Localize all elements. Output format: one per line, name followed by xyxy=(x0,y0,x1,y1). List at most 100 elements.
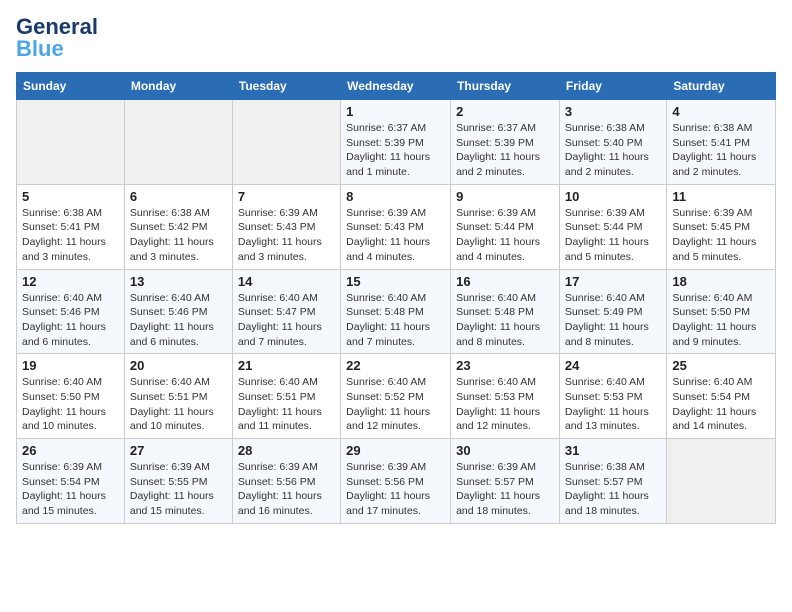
day-number: 20 xyxy=(130,358,227,373)
sunset-text: Sunset: 5:56 PM xyxy=(238,475,335,490)
daylight-text: Daylight: 11 hours and 12 minutes. xyxy=(456,405,554,434)
day-info: Sunrise: 6:38 AMSunset: 5:57 PMDaylight:… xyxy=(565,460,661,519)
day-info: Sunrise: 6:40 AMSunset: 5:48 PMDaylight:… xyxy=(456,291,554,350)
sunset-text: Sunset: 5:39 PM xyxy=(346,136,445,151)
daylight-text: Daylight: 11 hours and 15 minutes. xyxy=(130,489,227,518)
sunrise-text: Sunrise: 6:40 AM xyxy=(346,375,445,390)
daylight-text: Daylight: 11 hours and 12 minutes. xyxy=(346,405,445,434)
calendar-cell: 2 Sunrise: 6:37 AMSunset: 5:39 PMDaylight… xyxy=(451,100,560,185)
calendar-cell: 24Sunrise: 6:40 AMSunset: 5:53 PMDayligh… xyxy=(559,354,666,439)
sunset-text: Sunset: 5:47 PM xyxy=(238,305,335,320)
calendar-cell: 5Sunrise: 6:38 AMSunset: 5:41 PMDaylight… xyxy=(17,184,125,269)
sunrise-text: Sunrise: 6:39 AM xyxy=(22,460,119,475)
day-number: 13 xyxy=(130,274,227,289)
sunrise-text: Sunrise: 6:40 AM xyxy=(346,291,445,306)
calendar-cell: 19Sunrise: 6:40 AMSunset: 5:50 PMDayligh… xyxy=(17,354,125,439)
sunrise-text: Sunrise: 6:40 AM xyxy=(672,375,770,390)
sunset-text: Sunset: 5:49 PM xyxy=(565,305,661,320)
daylight-text: Daylight: 11 hours and 3 minutes. xyxy=(130,235,227,264)
day-number: 15 xyxy=(346,274,445,289)
sunset-text: Sunset: 5:54 PM xyxy=(22,475,119,490)
sunset-text: Sunset: 5:41 PM xyxy=(22,220,119,235)
calendar-week-row: 1Sunrise: 6:37 AMSunset: 5:39 PMDaylight… xyxy=(17,100,776,185)
daylight-text: Daylight: 11 hours and 16 minutes. xyxy=(238,489,335,518)
calendar-cell: 20Sunrise: 6:40 AMSunset: 5:51 PMDayligh… xyxy=(124,354,232,439)
weekday-header-friday: Friday xyxy=(559,73,666,100)
calendar-cell: 15 Sunrise: 6:40 AMSunset: 5:48 PMDayligh… xyxy=(341,269,451,354)
day-info: Sunrise: 6:39 AMSunset: 5:43 PMDaylight:… xyxy=(238,206,335,265)
calendar-cell: 26Sunrise: 6:39 AMSunset: 5:54 PMDayligh… xyxy=(17,439,125,524)
daylight-text: Daylight: 11 hours and 3 minutes. xyxy=(22,235,119,264)
calendar-cell xyxy=(667,439,776,524)
sunrise-text: Sunrise: 6:40 AM xyxy=(456,291,554,306)
day-number: 27 xyxy=(130,443,227,458)
sunset-text: Sunset: 5:48 PM xyxy=(346,305,445,320)
sunrise-text: Sunrise: 6:39 AM xyxy=(672,206,770,221)
day-number: 17 xyxy=(565,274,661,289)
sunset-text: Sunset: 5:57 PM xyxy=(565,475,661,490)
sunrise-text: Sunrise: 6:39 AM xyxy=(238,460,335,475)
calendar-table: SundayMondayTuesdayWednesdayThursdayFrid… xyxy=(16,72,776,524)
day-number: 25 xyxy=(672,358,770,373)
calendar-cell: 9Sunrise: 6:39 AMSunset: 5:44 PMDaylight… xyxy=(451,184,560,269)
calendar-week-row: 19Sunrise: 6:40 AMSunset: 5:50 PMDayligh… xyxy=(17,354,776,439)
daylight-text: Daylight: 11 hours and 18 minutes. xyxy=(456,489,554,518)
daylight-text: Daylight: 11 hours and 8 minutes. xyxy=(456,320,554,349)
day-info: Sunrise: 6:40 AMSunset: 5:50 PMDaylight:… xyxy=(672,291,770,350)
sunset-text: Sunset: 5:50 PM xyxy=(22,390,119,405)
weekday-header-saturday: Saturday xyxy=(667,73,776,100)
sunset-text: Sunset: 5:45 PM xyxy=(672,220,770,235)
day-number: 4 xyxy=(672,104,770,119)
day-info: Sunrise: 6:38 AMSunset: 5:41 PMDaylight:… xyxy=(22,206,119,265)
logo: GeneralBlue xyxy=(16,16,98,60)
calendar-cell: 1Sunrise: 6:37 AMSunset: 5:39 PMDaylight… xyxy=(341,100,451,185)
day-info: Sunrise: 6:37 AMSunset: 5:39 PMDaylight:… xyxy=(456,121,554,180)
daylight-text: Daylight: 11 hours and 10 minutes. xyxy=(22,405,119,434)
sunrise-text: Sunrise: 6:40 AM xyxy=(565,375,661,390)
day-info: Sunrise: 6:39 AMSunset: 5:56 PMDaylight:… xyxy=(238,460,335,519)
day-number: 22 xyxy=(346,358,445,373)
day-number: 12 xyxy=(22,274,119,289)
day-info: Sunrise: 6:40 AMSunset: 5:48 PMDaylight:… xyxy=(346,291,445,350)
weekday-header-wednesday: Wednesday xyxy=(341,73,451,100)
sunset-text: Sunset: 5:50 PM xyxy=(672,305,770,320)
calendar-cell: 25Sunrise: 6:40 AMSunset: 5:54 PMDayligh… xyxy=(667,354,776,439)
day-info: Sunrise: 6:39 AMSunset: 5:56 PMDaylight:… xyxy=(346,460,445,519)
sunset-text: Sunset: 5:43 PM xyxy=(346,220,445,235)
sunrise-text: Sunrise: 6:40 AM xyxy=(456,375,554,390)
calendar-cell: 4Sunrise: 6:38 AMSunset: 5:41 PMDaylight… xyxy=(667,100,776,185)
daylight-text: Daylight: 11 hours and 6 minutes. xyxy=(22,320,119,349)
sunrise-text: Sunrise: 6:40 AM xyxy=(22,291,119,306)
day-number: 7 xyxy=(238,189,335,204)
calendar-week-row: 26Sunrise: 6:39 AMSunset: 5:54 PMDayligh… xyxy=(17,439,776,524)
daylight-text: Daylight: 11 hours and 7 minutes. xyxy=(346,320,445,349)
sunset-text: Sunset: 5:46 PM xyxy=(22,305,119,320)
calendar-cell: 29Sunrise: 6:39 AMSunset: 5:56 PMDayligh… xyxy=(341,439,451,524)
weekday-header-row: SundayMondayTuesdayWednesdayThursdayFrid… xyxy=(17,73,776,100)
sunset-text: Sunset: 5:46 PM xyxy=(130,305,227,320)
day-info: Sunrise: 6:40 AMSunset: 5:50 PMDaylight:… xyxy=(22,375,119,434)
day-number: 2 xyxy=(456,104,554,119)
day-number: 26 xyxy=(22,443,119,458)
daylight-text: Daylight: 11 hours and 3 minutes. xyxy=(238,235,335,264)
logo-text: GeneralBlue xyxy=(16,16,98,60)
sunrise-text: Sunrise: 6:39 AM xyxy=(565,206,661,221)
calendar-cell xyxy=(232,100,340,185)
day-number: 3 xyxy=(565,104,661,119)
sunset-text: Sunset: 5:57 PM xyxy=(456,475,554,490)
sunset-text: Sunset: 5:42 PM xyxy=(130,220,227,235)
day-info: Sunrise: 6:39 AMSunset: 5:55 PMDaylight:… xyxy=(130,460,227,519)
day-number: 28 xyxy=(238,443,335,458)
calendar-cell: 3Sunrise: 6:38 AMSunset: 5:40 PMDaylight… xyxy=(559,100,666,185)
day-info: Sunrise: 6:40 AMSunset: 5:46 PMDaylight:… xyxy=(22,291,119,350)
weekday-header-sunday: Sunday xyxy=(17,73,125,100)
sunrise-text: Sunrise: 6:40 AM xyxy=(238,375,335,390)
day-info: Sunrise: 6:39 AMSunset: 5:43 PMDaylight:… xyxy=(346,206,445,265)
sunrise-text: Sunrise: 6:38 AM xyxy=(672,121,770,136)
weekday-header-thursday: Thursday xyxy=(451,73,560,100)
sunset-text: Sunset: 5:43 PM xyxy=(238,220,335,235)
sunset-text: Sunset: 5:51 PM xyxy=(238,390,335,405)
sunset-text: Sunset: 5:44 PM xyxy=(565,220,661,235)
sunrise-text: Sunrise: 6:40 AM xyxy=(672,291,770,306)
sunrise-text: Sunrise: 6:40 AM xyxy=(130,291,227,306)
